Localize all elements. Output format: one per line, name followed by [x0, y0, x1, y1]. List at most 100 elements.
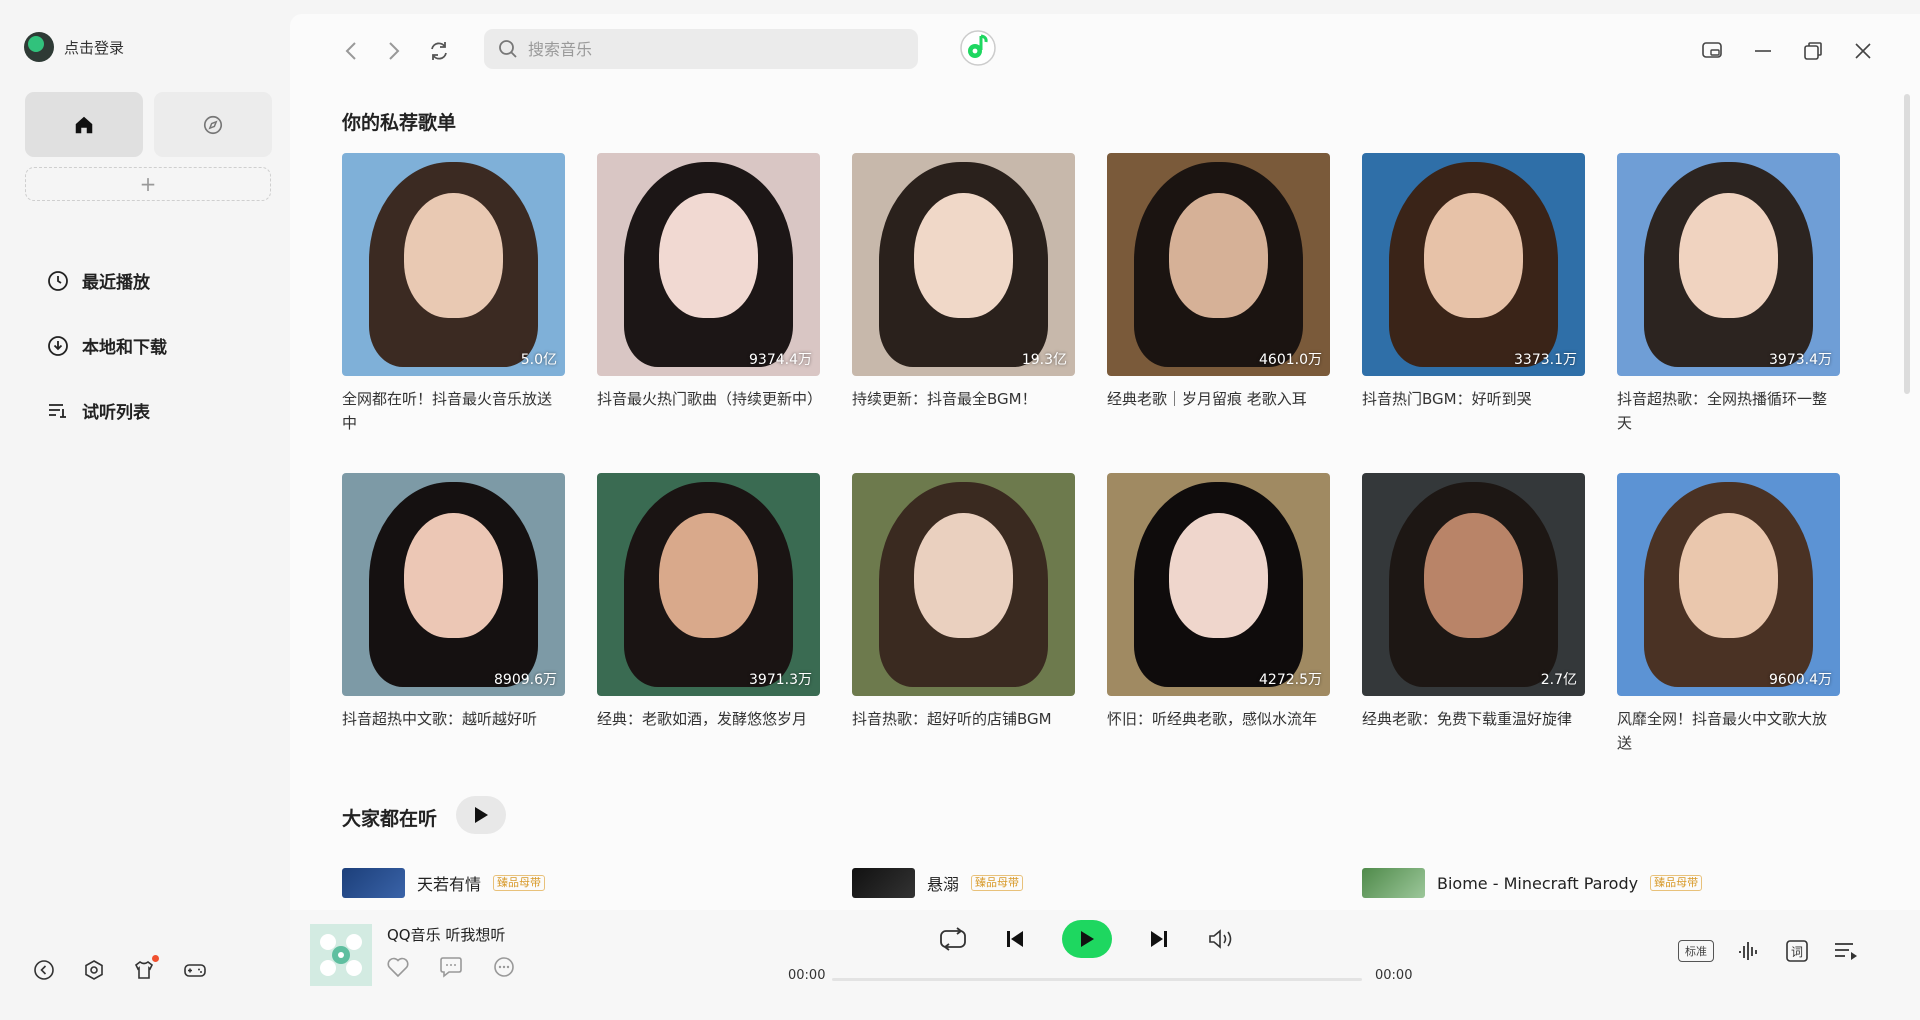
home-tab[interactable] [25, 92, 143, 157]
player-extra-controls: 标准 词 [1678, 938, 1860, 964]
play-count: 4272.5万 [1259, 672, 1322, 688]
cover-art [1169, 193, 1268, 318]
sound-effect-icon[interactable] [1736, 938, 1762, 964]
sidebar-item-recent[interactable]: 最近播放 [46, 248, 167, 313]
playlist-card[interactable]: 3971.3万 经典：老歌如酒，发酵悠悠岁月 [597, 473, 820, 793]
playlist-card[interactable]: 8909.6万 抖音超热中文歌：越听越好听 [342, 473, 565, 793]
more-icon[interactable] [492, 956, 516, 978]
sidebar-item-label: 试听列表 [82, 403, 150, 423]
login-button[interactable]: 点击登录 [24, 32, 124, 62]
playlist-card[interactable]: 抖音热歌：超好听的店铺BGM [852, 473, 1075, 793]
notification-dot [152, 955, 159, 962]
play-count: 3373.1万 [1514, 352, 1577, 368]
search-box[interactable] [484, 29, 918, 69]
now-playing-title: QQ音乐 听我想听 [387, 926, 506, 944]
lyrics-icon[interactable]: 词 [1784, 938, 1810, 964]
playlist-card[interactable]: 5.0亿 全网都在听！抖音最火音乐放送中 [342, 153, 565, 473]
quality-badge: 臻品母带 [493, 875, 546, 891]
search-input[interactable] [528, 39, 898, 59]
playlist-cover[interactable]: 9600.4万 [1617, 473, 1840, 696]
playlist-queue-icon[interactable] [1832, 938, 1860, 964]
playlist-cover[interactable]: 4272.5万 [1107, 473, 1330, 696]
mini-mode-button[interactable] [1697, 36, 1727, 66]
gamepad-icon[interactable] [182, 958, 206, 982]
cover-art [659, 513, 758, 638]
restore-icon [1804, 42, 1822, 60]
song-name: Biome - Minecraft Parody [1437, 873, 1639, 893]
playlist-cover[interactable]: 19.3亿 [852, 153, 1075, 376]
player-bar: QQ音乐 听我想听 00:00 00:00 标准 词 [290, 910, 1920, 1020]
quality-badge: 臻品母带 [971, 875, 1024, 891]
maximize-button[interactable] [1798, 36, 1828, 66]
play-all-button[interactable] [456, 796, 506, 834]
repeat-icon[interactable] [938, 926, 968, 952]
playlist-cover[interactable]: 3973.4万 [1617, 153, 1840, 376]
list-item[interactable]: 悬溺 臻品母带 [852, 868, 1362, 898]
volume-icon[interactable] [1206, 927, 1236, 951]
sidebar-item-trial-list[interactable]: 试听列表 [46, 378, 167, 443]
playlist-cover[interactable]: 2.7亿 [1362, 473, 1585, 696]
popular-songs: 天若有情 臻品母带 悬溺 臻品母带 Biome - Minecraft Paro… [342, 868, 1872, 898]
playlist-cover[interactable]: 5.0亿 [342, 153, 565, 376]
playlist-card[interactable]: 4272.5万 怀旧：听经典老歌，感似水流年 [1107, 473, 1330, 793]
download-icon [48, 335, 68, 356]
playlist-cover[interactable]: 3971.3万 [597, 473, 820, 696]
playlist-title: 持续更新：抖音最全BGM！ [852, 390, 1037, 408]
playlist-card[interactable]: 9600.4万 风靡全网！抖音最火中文歌大放送 [1617, 473, 1840, 793]
skin-icon[interactable] [132, 955, 159, 982]
play-count: 5.0亿 [520, 352, 557, 368]
mini-player-icon [1702, 42, 1722, 58]
playlist-cover[interactable]: 8909.6万 [342, 473, 565, 696]
heart-icon[interactable] [386, 956, 410, 978]
previous-icon[interactable] [1004, 928, 1026, 950]
playlist-card[interactable]: 4601.0万 经典老歌｜岁月留痕 老歌入耳 [1107, 153, 1330, 473]
play-count: 9600.4万 [1769, 672, 1832, 688]
back-circle-icon[interactable] [32, 958, 56, 982]
playlist-cover[interactable]: 4601.0万 [1107, 153, 1330, 376]
play-count: 3973.4万 [1769, 352, 1832, 368]
now-playing-cover[interactable] [310, 924, 372, 986]
settings-icon[interactable] [82, 958, 106, 982]
compass-icon [203, 115, 223, 134]
playlist-title: 抖音超热歌：全网热播循环一整天 [1617, 390, 1828, 432]
list-item[interactable]: 天若有情 臻品母带 [342, 868, 852, 898]
playlist-card[interactable]: 2.7亿 经典老歌：免费下载重温好旋律 [1362, 473, 1585, 793]
playlist-card[interactable]: 3373.1万 抖音热门BGM：好听到哭 [1362, 153, 1585, 473]
music-note-logo-icon [960, 30, 996, 66]
playlist-title: 怀旧：听经典老歌，感似水流年 [1107, 710, 1318, 728]
progress-bar[interactable] [832, 978, 1362, 981]
playlist-title: 抖音最火热门歌曲（持续更新中） [597, 390, 820, 408]
playlist-cover[interactable] [852, 473, 1075, 696]
playlist-cover[interactable]: 9374.4万 [597, 153, 820, 376]
minimize-button[interactable] [1748, 36, 1778, 66]
music-recognize-button[interactable] [958, 28, 998, 68]
time-total: 00:00 [1375, 968, 1413, 983]
play-count: 3971.3万 [749, 672, 812, 688]
forward-button[interactable] [379, 36, 409, 66]
sidebar-item-local-download[interactable]: 本地和下载 [46, 313, 167, 378]
play-button[interactable] [1062, 920, 1112, 958]
close-button[interactable] [1848, 36, 1878, 66]
top-bar [290, 14, 1920, 86]
quality-button[interactable]: 标准 [1678, 940, 1714, 962]
add-tab-button[interactable]: + [25, 167, 271, 201]
play-icon [1081, 931, 1094, 947]
playlist-title: 经典：老歌如酒，发酵悠悠岁月 [597, 710, 808, 728]
playlist-title: 抖音热门BGM：好听到哭 [1362, 390, 1532, 408]
next-icon[interactable] [1148, 928, 1170, 950]
back-button[interactable] [336, 36, 366, 66]
playlist-card[interactable]: 19.3亿 持续更新：抖音最全BGM！ [852, 153, 1075, 473]
list-item[interactable]: Biome - Minecraft Parody 臻品母带 [1362, 868, 1872, 898]
cover-art [914, 193, 1013, 318]
playlist-cover[interactable]: 3373.1万 [1362, 153, 1585, 376]
playlist-card[interactable]: 9374.4万 抖音最火热门歌曲（持续更新中） [597, 153, 820, 473]
scrollbar[interactable] [1904, 94, 1910, 394]
main-panel: 你的私荐歌单 5.0亿 全网都在听！抖音最火音乐放送中 9374.4万 抖音最火… [290, 14, 1920, 910]
sidebar-bottom-icons [32, 955, 206, 982]
playlist-card[interactable]: 3973.4万 抖音超热歌：全网热播循环一整天 [1617, 153, 1840, 473]
refresh-button[interactable] [424, 36, 454, 66]
discover-tab[interactable] [154, 92, 272, 157]
play-count: 19.3亿 [1021, 352, 1067, 368]
track-actions [386, 956, 516, 978]
comment-icon[interactable] [438, 956, 464, 978]
